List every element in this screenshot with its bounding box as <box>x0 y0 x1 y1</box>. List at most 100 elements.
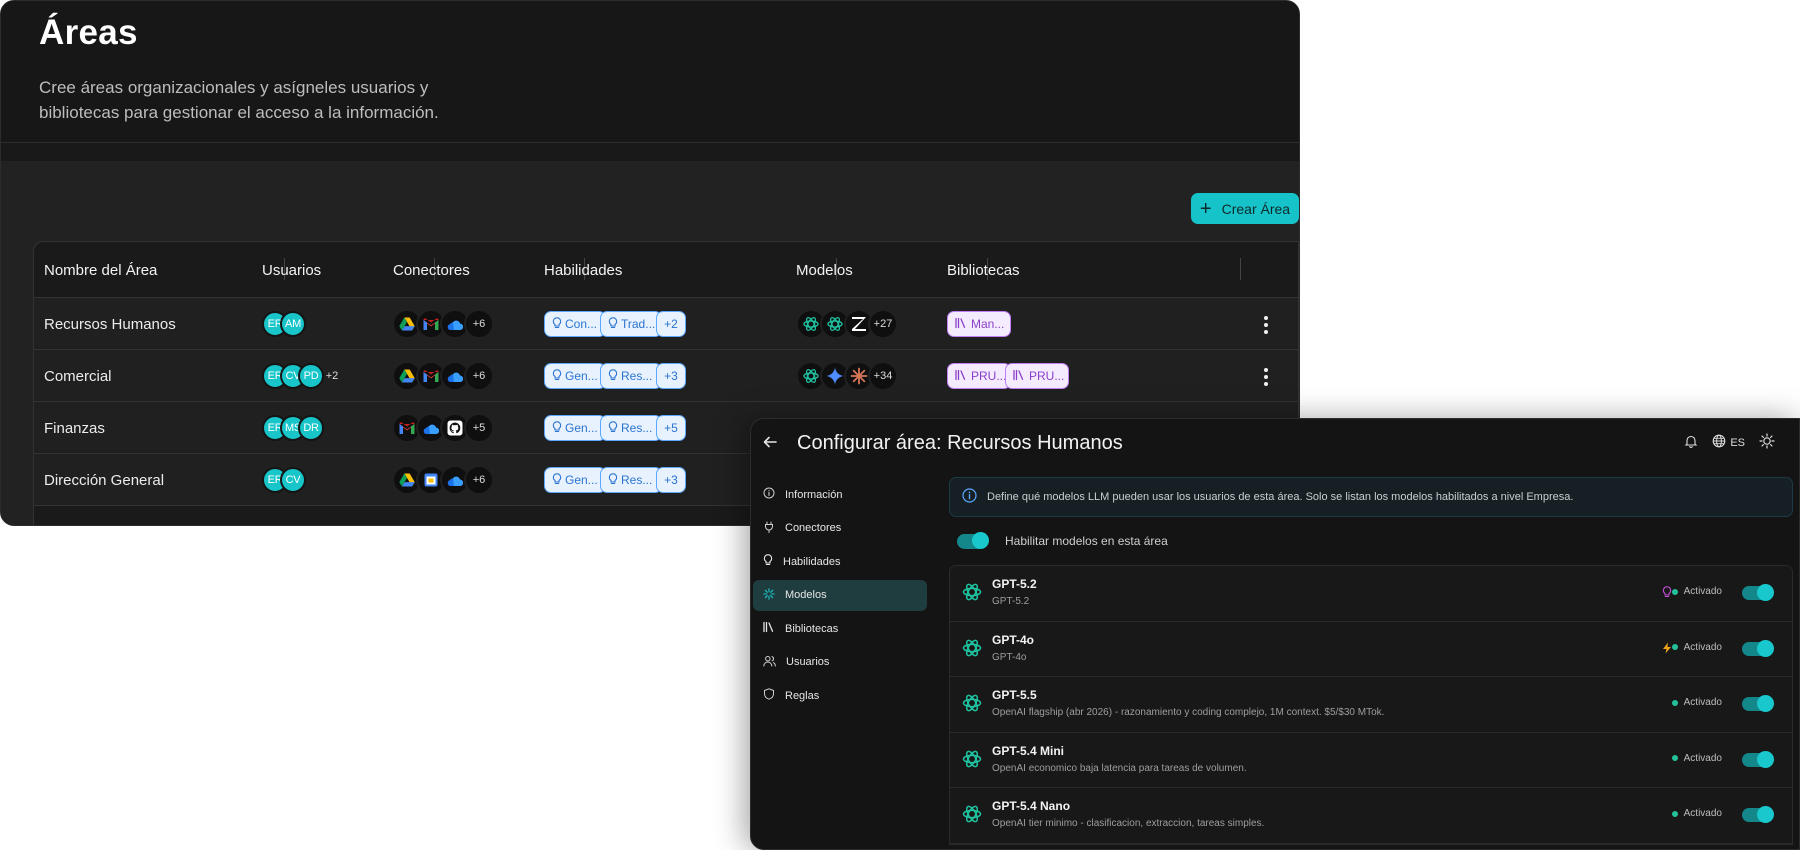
connectors-cell[interactable]: +6 <box>392 350 494 402</box>
column-header-users[interactable]: Usuarios <box>252 242 321 298</box>
table-row[interactable]: Recursos Humanos ER AM +6 Con... Trad... +2 +27… <box>34 298 1298 350</box>
language-selector[interactable]: ES <box>1712 434 1745 451</box>
row-menu-icon[interactable] <box>1264 368 1268 386</box>
model-enable-toggle[interactable] <box>1742 750 1774 768</box>
model-enable-toggle[interactable] <box>1742 806 1774 823</box>
sparkle-icon <box>763 587 775 603</box>
models-cell[interactable]: +27 <box>796 298 898 350</box>
nav-item-reglas[interactable]: Reglas <box>753 680 927 711</box>
area-name: Recursos Humanos <box>44 315 176 333</box>
connectors-more-count: +5 <box>464 413 494 443</box>
skill-chip[interactable]: Con... <box>544 311 606 337</box>
library-chip[interactable]: Man... <box>947 311 1011 337</box>
libraries-cell[interactable]: Man... <box>947 298 1011 350</box>
shield-icon <box>763 688 775 703</box>
skill-label: Gen... <box>565 369 598 383</box>
openai-icon <box>960 691 984 720</box>
skill-label: Res... <box>621 421 653 435</box>
configure-title: Configurar área: Recursos Humanos <box>797 431 1123 454</box>
column-header-libraries[interactable]: Bibliotecas <box>937 242 1020 298</box>
row-menu-icon[interactable] <box>1264 316 1268 334</box>
users-cell[interactable]: ER AM <box>262 298 306 350</box>
info-icon <box>962 488 977 506</box>
back-arrow-icon[interactable] <box>763 433 789 454</box>
connectors-cell[interactable]: +6 <box>392 454 494 506</box>
lightbulb-icon <box>552 368 562 384</box>
nav-item-modelos[interactable]: Modelos <box>753 579 927 611</box>
books-icon <box>955 369 967 384</box>
openai-icon <box>960 636 984 665</box>
nav-item-bibliotecas[interactable]: Bibliotecas <box>753 613 927 644</box>
model-description: OpenAI tier minimo - clasificacion, extr… <box>992 818 1265 829</box>
skill-label: Trad... <box>621 317 656 331</box>
status-indicator: Activado <box>1671 586 1722 597</box>
skills-more-chip[interactable]: +3 <box>656 467 686 493</box>
enable-models-toggle[interactable] <box>957 531 989 549</box>
status-indicator: Activado <box>1671 697 1722 708</box>
users-cell[interactable]: ER CV <box>262 454 306 506</box>
status-label: Activado <box>1683 586 1722 597</box>
model-row: GPT-4o GPT-4o Activado <box>950 621 1792 677</box>
connectors-cell[interactable]: +5 <box>392 402 494 454</box>
skill-chip[interactable]: Gen... <box>544 363 606 389</box>
skills-cell[interactable]: Gen... Res... +5 <box>544 402 686 454</box>
lightbulb-icon <box>608 472 618 488</box>
status-dot <box>1671 755 1678 761</box>
users-cell[interactable]: ER CV PD +2 <box>262 350 346 402</box>
theme-toggle-icon[interactable] <box>1759 433 1775 452</box>
model-enable-toggle[interactable] <box>1742 695 1774 712</box>
skill-chip[interactable]: Gen... <box>544 467 606 493</box>
info-banner: Define qué modelos LLM pueden usar los u… <box>949 477 1793 517</box>
model-description: OpenAI economico baja latencia para tare… <box>992 762 1247 774</box>
model-name: GPT-5.5 <box>992 688 1037 702</box>
area-name: Finanzas <box>44 419 105 437</box>
lightbulb-icon <box>608 420 618 436</box>
users-cell[interactable]: ER MS DR <box>262 402 324 454</box>
column-header-skills[interactable]: Habilidades <box>534 242 622 298</box>
enable-models-label: Habilitar modelos en esta área <box>1005 534 1168 548</box>
nav-item-label: Modelos <box>785 589 827 601</box>
column-header-connectors[interactable]: Conectores <box>383 242 470 298</box>
create-area-button[interactable]: + Crear Área <box>1191 193 1299 224</box>
nav-item-label: Usuarios <box>786 656 830 668</box>
skills-cell[interactable]: Gen... Res... +3 <box>544 350 686 402</box>
bell-icon[interactable] <box>1684 434 1698 451</box>
models-cell[interactable]: +34 <box>796 350 898 402</box>
plus-icon: + <box>1199 197 1212 220</box>
skills-cell[interactable]: Con... Trad... +2 <box>544 298 686 350</box>
skill-chip[interactable]: Res... <box>600 467 662 493</box>
nav-item-conectores[interactable]: Conectores <box>753 513 927 544</box>
skills-more-chip[interactable]: +3 <box>656 363 686 389</box>
nav-item-label: Información <box>785 488 843 501</box>
skills-more-chip[interactable]: +2 <box>656 311 686 337</box>
model-description: GPT-5.2 <box>992 596 1030 607</box>
skill-chip[interactable]: Res... <box>600 415 662 441</box>
table-row[interactable]: Comercial ER CV PD +2 +6 Gen... Res... +3 +34 PRU.… <box>34 350 1298 402</box>
column-header-name[interactable]: Nombre del Área <box>34 242 157 298</box>
column-header-models[interactable]: Modelos <box>786 242 853 298</box>
connectors-cell[interactable]: +6 <box>392 298 494 350</box>
library-chip[interactable]: PRU... <box>1005 363 1069 389</box>
libraries-cell[interactable]: PRU... PRU... <box>947 350 1069 402</box>
nav-item-usuarios[interactable]: Usuarios <box>753 647 927 678</box>
nav-item-label: Reglas <box>785 689 820 702</box>
skill-label: Res... <box>621 473 653 487</box>
skill-chip[interactable]: Gen... <box>544 415 606 441</box>
status-dot <box>1671 588 1678 595</box>
skill-chip[interactable]: Res... <box>600 363 662 389</box>
model-enable-toggle[interactable] <box>1742 639 1774 657</box>
books-icon <box>1013 369 1025 384</box>
nav-item-informacion[interactable]: Información <box>753 479 927 510</box>
status-label: Activado <box>1683 697 1722 708</box>
skills-more-chip[interactable]: +5 <box>656 415 686 441</box>
model-enable-toggle[interactable] <box>1742 584 1774 601</box>
model-row: GPT-5.4 Mini OpenAI economico baja latenc… <box>950 732 1792 788</box>
lightbulb-icon <box>608 316 618 332</box>
library-chip[interactable]: PRU... <box>947 363 1011 389</box>
skill-chip[interactable]: Trad... <box>600 311 662 337</box>
lightbulb-icon <box>552 420 562 436</box>
connectors-more-count: +6 <box>464 465 494 495</box>
model-row: GPT-5.2 GPT-5.2 Activado <box>950 566 1792 622</box>
nav-item-habilidades[interactable]: Habilidades <box>753 546 927 577</box>
skills-cell[interactable]: Gen... Res... +3 <box>544 454 686 506</box>
